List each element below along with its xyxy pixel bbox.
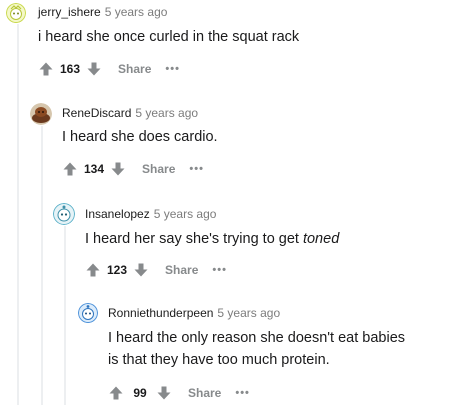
avatar[interactable] — [53, 203, 75, 225]
downvote-arrow-icon[interactable] — [156, 385, 172, 401]
avatar[interactable] — [6, 3, 26, 23]
vote-score: 134 — [84, 162, 105, 176]
comment-body: I heard the only reason she doesn't eat … — [108, 327, 453, 371]
share-button[interactable]: Share — [118, 62, 151, 76]
timestamp[interactable]: 5 years ago — [105, 5, 168, 19]
more-options-button[interactable]: ••• — [212, 264, 227, 276]
username[interactable]: ReneDiscard — [62, 106, 131, 120]
vote-score: 163 — [60, 62, 81, 76]
comment-body-line: is that they have too much protein. — [108, 352, 330, 368]
downvote-arrow-icon[interactable] — [86, 61, 102, 77]
avatar[interactable] — [78, 303, 98, 323]
comment-body-emphasis: toned — [302, 231, 340, 247]
snoo-avatar-icon — [53, 203, 75, 225]
username[interactable]: jerry_ishere — [38, 5, 101, 19]
avatar[interactable] — [30, 103, 52, 125]
thread-line-level-1[interactable] — [17, 24, 19, 405]
username[interactable]: Ronniethunderpeen — [108, 306, 213, 320]
snoo-avatar-icon — [6, 3, 26, 23]
share-button[interactable]: Share — [188, 386, 221, 400]
more-options-button[interactable]: ••• — [235, 387, 250, 399]
timestamp[interactable]: 5 years ago — [135, 106, 198, 120]
thread-line-level-2[interactable] — [41, 126, 43, 405]
downvote-arrow-icon[interactable] — [133, 262, 149, 278]
downvote-arrow-icon[interactable] — [110, 161, 126, 177]
snoo-avatar-icon — [78, 303, 98, 323]
timestamp[interactable]: 5 years ago — [217, 306, 280, 320]
upvote-arrow-icon[interactable] — [62, 161, 78, 177]
thread-line-level-3[interactable] — [64, 226, 66, 405]
comment-body: I heard she does cardio. — [62, 129, 218, 145]
timestamp[interactable]: 5 years ago — [154, 207, 217, 221]
upvote-arrow-icon[interactable] — [85, 262, 101, 278]
custom-avatar-icon — [30, 103, 52, 125]
share-button[interactable]: Share — [165, 263, 198, 277]
comment-body: i heard she once curled in the squat rac… — [38, 29, 300, 45]
upvote-arrow-icon[interactable] — [108, 385, 124, 401]
vote-score: 99 — [133, 386, 147, 400]
comment-body-text: I heard her say she's trying to get — [85, 231, 303, 247]
share-button[interactable]: Share — [142, 162, 175, 176]
more-options-button[interactable]: ••• — [189, 163, 204, 175]
comment-body: I heard her say she's trying to get tone… — [85, 228, 339, 250]
comment-body-line: I heard the only reason she doesn't eat … — [108, 330, 406, 346]
username[interactable]: Insanelopez — [85, 207, 150, 221]
upvote-arrow-icon[interactable] — [38, 61, 54, 77]
vote-score: 123 — [107, 263, 128, 277]
more-options-button[interactable]: ••• — [165, 63, 180, 75]
